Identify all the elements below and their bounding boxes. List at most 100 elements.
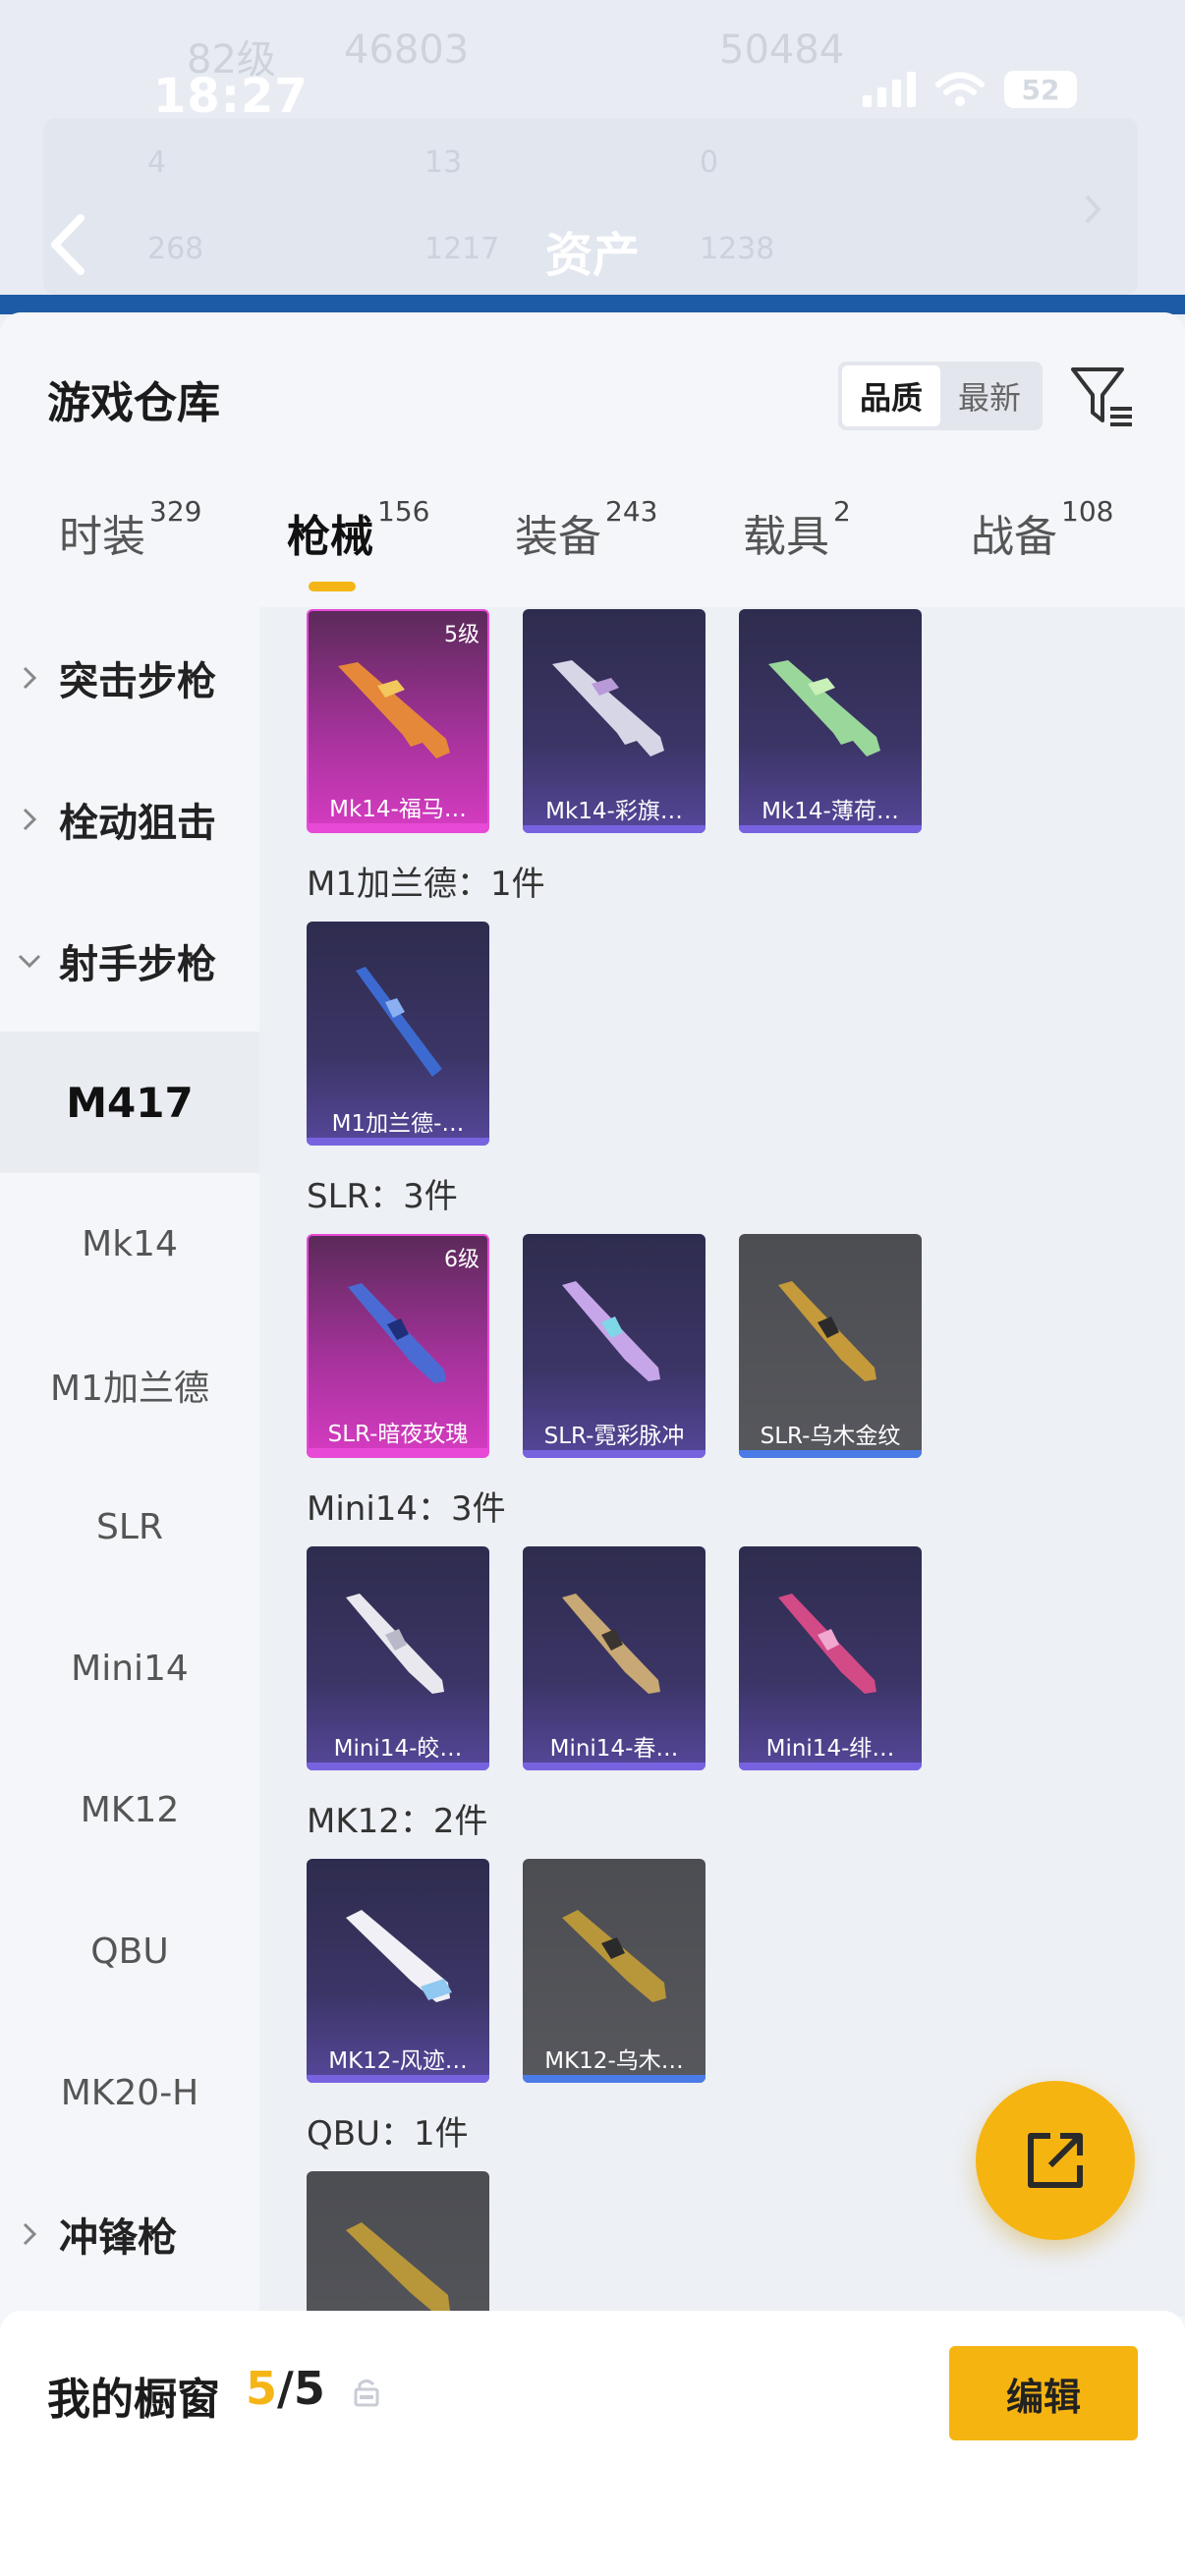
sidebar-item-m417[interactable]: M417 — [0, 1032, 259, 1173]
rifle-icon — [346, 1910, 452, 2002]
sidebar-item-mk12[interactable]: MK12 — [0, 1739, 259, 1880]
category-tabs: 时装329 枪械156 装备243 载具2 战备108 — [0, 495, 1185, 599]
item-card[interactable]: 5级 Mk14-福马… — [307, 609, 489, 833]
item-card[interactable]: Mini14-绯… — [739, 1546, 922, 1770]
tab-gear[interactable]: 战备108 — [971, 495, 1113, 564]
showcase-current: 5 — [246, 2362, 278, 2415]
ghost-points: 50484 — [719, 28, 845, 73]
sheet-title: 游戏仓库 — [47, 378, 220, 428]
tab-indicator — [309, 582, 356, 591]
item-name: SLR-暗夜玫瑰 — [327, 1422, 469, 1447]
rifle-icon — [562, 1910, 666, 2002]
item-name: Mini14-春… — [549, 1736, 679, 1762]
showcase-total: /5 — [277, 2362, 325, 2415]
sidebar-category-label: 栓动狙击 — [59, 801, 216, 846]
item-card[interactable]: Mini14-皎… — [307, 1546, 489, 1770]
item-grid: 5级 Mk14-福马… Mk14-彩旗… Mk14-薄荷… M1加兰德：1件 M… — [259, 607, 1185, 2317]
sidebar-item-slr[interactable]: SLR — [0, 1456, 259, 1597]
ghost-coins: 46803 — [344, 28, 470, 73]
item-name: SLR-霓彩脉冲 — [543, 1424, 685, 1449]
item-name: M1加兰德-… — [331, 1111, 465, 1137]
sheet-header: 游戏仓库 品质 最新 时装329 枪械156 装备243 载具2 战备108 — [0, 312, 1185, 607]
sidebar-item-mk14[interactable]: Mk14 — [0, 1173, 259, 1315]
lock-icon — [354, 2380, 379, 2407]
sort-newest-button[interactable]: 最新 — [940, 365, 1039, 426]
rifle-icon — [346, 1594, 444, 1694]
chevron-right-icon — [23, 666, 37, 690]
rifle-icon — [346, 2222, 450, 2315]
tab-firearms[interactable]: 枪械156 — [287, 495, 429, 564]
rifle-icon — [552, 660, 664, 756]
header-divider — [0, 295, 1185, 314]
battery-icon: 52 — [1004, 71, 1077, 108]
sidebar-category-assault-rifle[interactable]: 突击步枪 — [0, 607, 259, 749]
item-card[interactable]: SLR-霓彩脉冲 — [523, 1234, 705, 1458]
tab-fashion[interactable]: 时装329 — [59, 495, 201, 564]
item-card[interactable]: Mini14-春… — [523, 1546, 705, 1770]
rifle-icon — [348, 1283, 446, 1383]
share-icon — [1028, 2133, 1083, 2188]
showcase-count: 5/5 — [246, 2362, 325, 2415]
rifle-icon — [356, 967, 442, 1077]
tab-vehicles[interactable]: 载具2 — [743, 495, 851, 564]
sidebar-item-m1-garand[interactable]: M1加兰德 — [0, 1315, 259, 1456]
wifi-icon — [935, 72, 985, 106]
chevron-right-icon — [23, 808, 37, 831]
showcase-title: 我的橱窗 — [47, 2375, 220, 2425]
item-card[interactable]: M1加兰德-… — [307, 922, 489, 1146]
showcase-bar: 我的橱窗 5/5 编辑 — [0, 2311, 1185, 2576]
rifle-icon — [338, 662, 450, 758]
rifle-icon — [778, 1594, 876, 1694]
sort-quality-button[interactable]: 品质 — [842, 365, 940, 426]
edit-button[interactable]: 编辑 — [949, 2346, 1138, 2440]
rifle-icon — [768, 660, 880, 756]
ghost-stat: 13 — [424, 145, 463, 180]
sidebar-category-dmr[interactable]: 射手步枪 — [0, 890, 259, 1032]
status-icons: 52 — [863, 71, 1077, 108]
rifle-icon — [562, 1594, 660, 1694]
sidebar-category-label: 射手步枪 — [59, 942, 216, 987]
ghost-stat: 0 — [700, 145, 719, 180]
group-label-mk12: MK12：2件 — [307, 1802, 488, 1841]
warehouse-sheet: 游戏仓库 品质 最新 时装329 枪械156 装备243 载具2 战备108 突… — [0, 312, 1185, 2576]
sidebar-item-mk20h[interactable]: MK20-H — [0, 2022, 259, 2163]
chevron-down-icon — [18, 954, 41, 969]
chevron-right-icon — [23, 2222, 37, 2246]
signal-icon — [863, 72, 916, 107]
item-card[interactable]: Mk14-薄荷… — [739, 609, 922, 833]
sidebar-item-mini14[interactable]: Mini14 — [0, 1597, 259, 1739]
item-name: Mk14-福马… — [329, 797, 467, 822]
filter-icon[interactable] — [1069, 364, 1136, 430]
item-name: Mk14-彩旗… — [545, 799, 683, 824]
status-time: 18:27 — [153, 69, 309, 124]
tab-equipment[interactable]: 装备243 — [515, 495, 657, 564]
sidebar-category-bolt-sniper[interactable]: 栓动狙击 — [0, 749, 259, 890]
sort-toggle: 品质 最新 — [838, 362, 1043, 430]
item-card[interactable]: 6级 SLR-暗夜玫瑰 — [307, 1234, 489, 1458]
page-title: 资产 — [544, 228, 640, 283]
sidebar-category-label: 突击步枪 — [59, 659, 216, 704]
rifle-icon — [562, 1281, 660, 1381]
sidebar-category-smg[interactable]: 冲锋枪 — [0, 2163, 259, 2305]
item-name: Mk14-薄荷… — [762, 799, 899, 824]
item-name: MK12-风迹… — [328, 2048, 468, 2074]
sidebar-item-qbu[interactable]: QBU — [0, 1880, 259, 2022]
item-card[interactable]: Mk14-彩旗… — [523, 609, 705, 833]
group-label-m1-garand: M1加兰德：1件 — [307, 865, 545, 904]
item-name: Mini14-绯… — [765, 1736, 895, 1762]
sidebar-category-label: 冲锋枪 — [59, 2215, 177, 2261]
item-name: MK12-乌木… — [544, 2048, 684, 2074]
item-name: SLR-乌木金纹 — [760, 1424, 901, 1449]
item-card[interactable]: MK12-乌木… — [523, 1859, 705, 2083]
group-label-slr: SLR：3件 — [307, 1177, 458, 1216]
item-card[interactable]: MK12-风迹… — [307, 1859, 489, 2083]
item-card[interactable] — [307, 2171, 489, 2317]
chevron-right-icon — [1085, 195, 1101, 224]
group-label-qbu: QBU：1件 — [307, 2114, 469, 2154]
item-card[interactable]: SLR-乌木金纹 — [739, 1234, 922, 1458]
share-button[interactable] — [976, 2081, 1135, 2240]
group-label-mini14: Mini14：3件 — [307, 1489, 506, 1529]
rifle-icon — [778, 1281, 876, 1381]
category-sidebar: 突击步枪 栓动狙击 射手步枪 M417 Mk14 M1加兰德 SLR Mini1… — [0, 607, 259, 2317]
item-name: Mini14-皎… — [333, 1736, 463, 1762]
